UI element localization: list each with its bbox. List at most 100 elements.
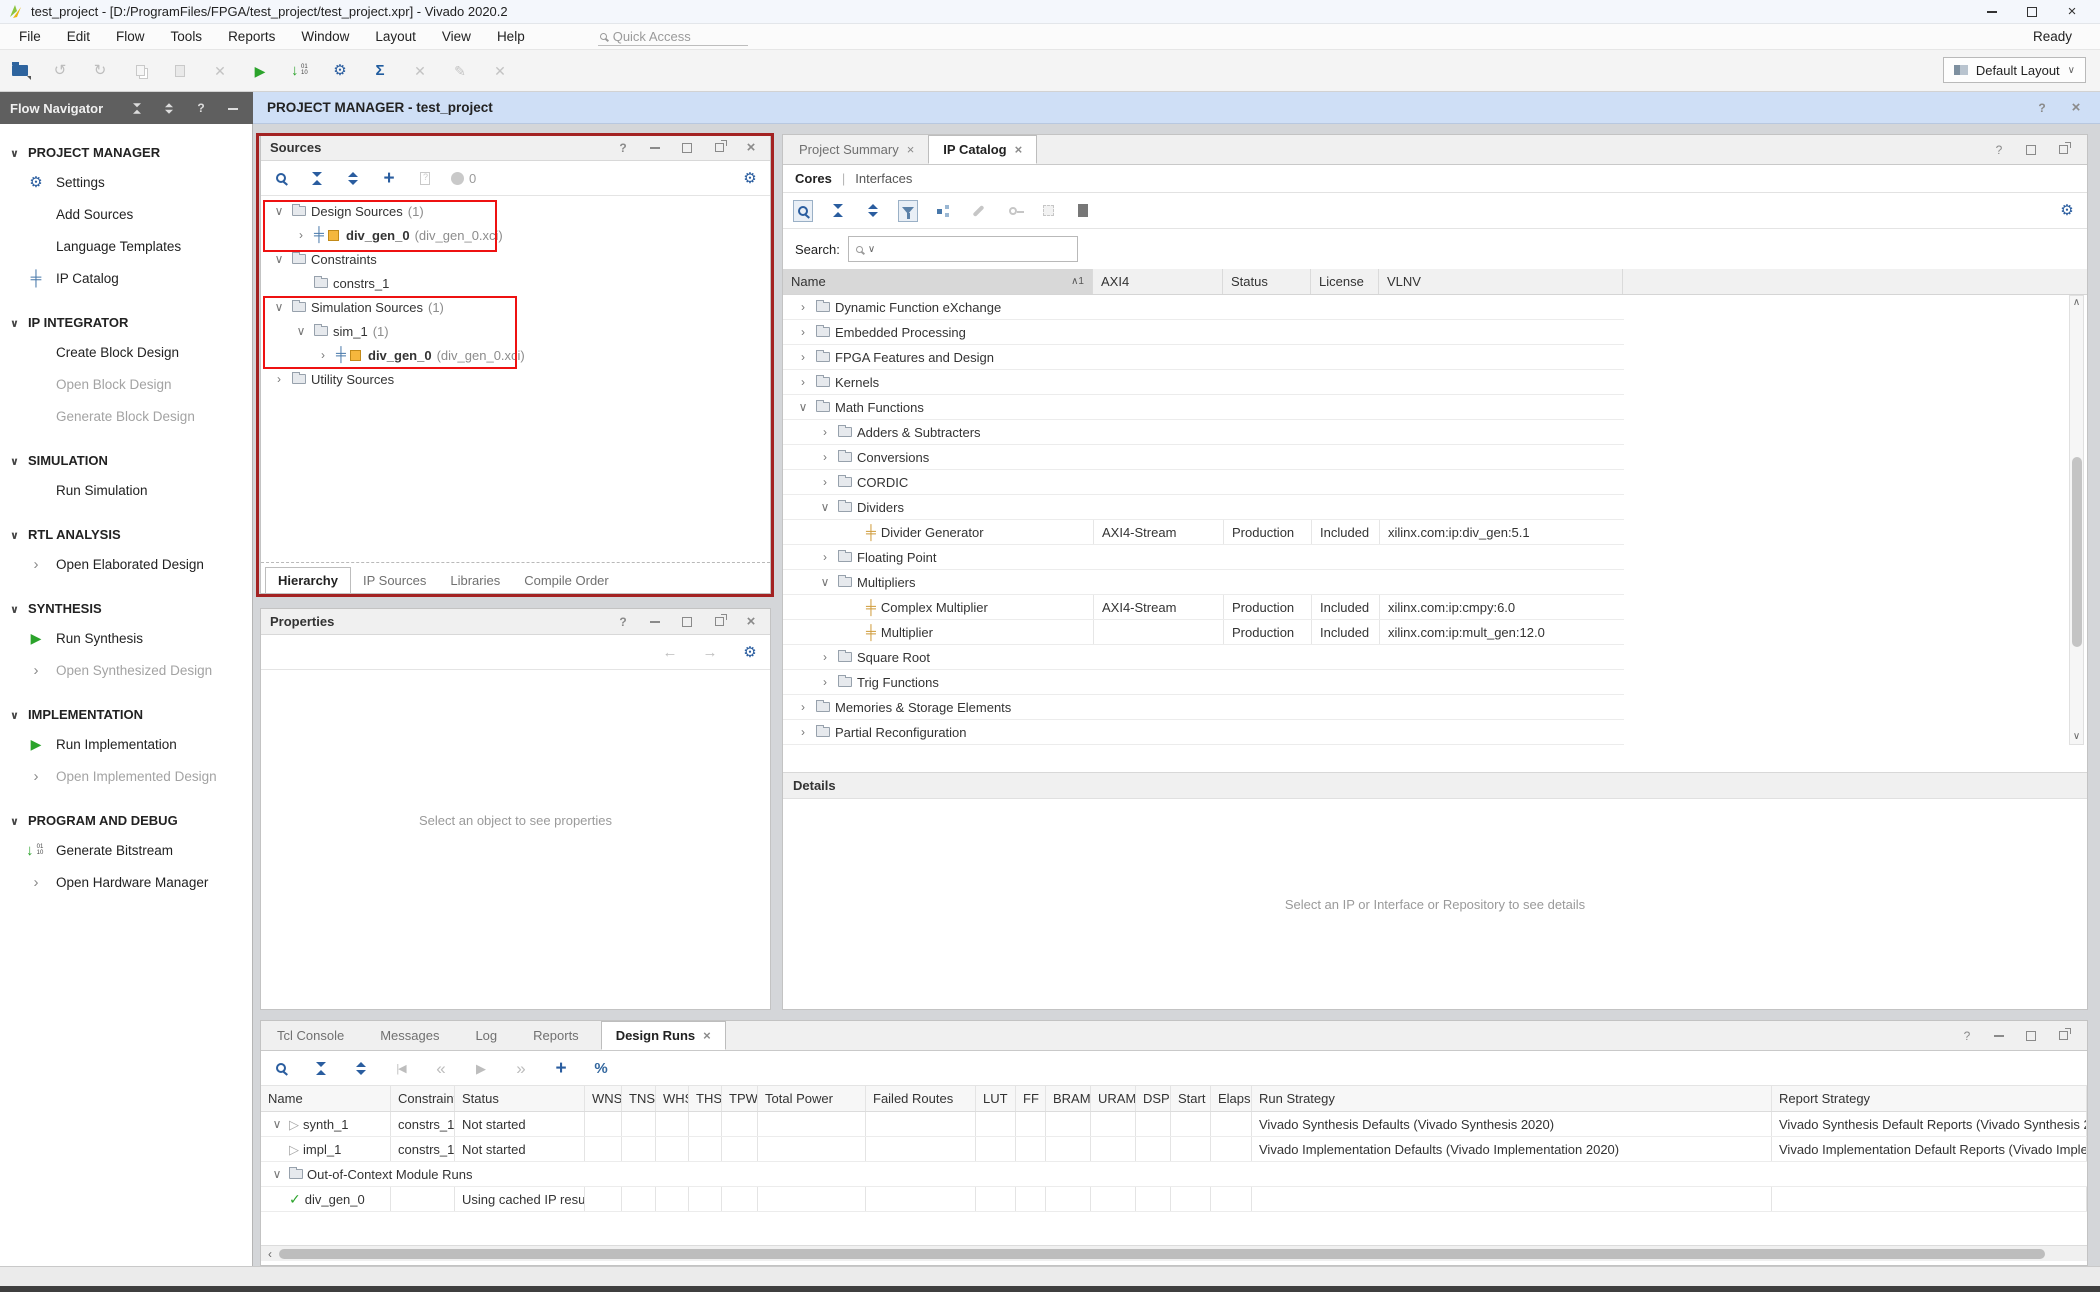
column-header[interactable]: Status: [455, 1086, 585, 1111]
ip-catalog-row[interactable]: › Partial Reconfiguration: [783, 720, 1624, 745]
panel-header-button[interactable]: [1957, 1025, 1977, 1047]
panel-header-button[interactable]: [741, 137, 761, 159]
design-run-row[interactable]: ∨ synth_1 constrs_1 Not started: [261, 1112, 2087, 1137]
expander-icon[interactable]: ›: [795, 300, 811, 314]
bottom-tab[interactable]: Messages: [366, 1021, 461, 1050]
flow-nav-item[interactable]: Language Templates: [0, 230, 252, 262]
ip-catalog-row[interactable]: Divider Generator AXI4-Stream Production…: [783, 520, 1624, 545]
expander-icon[interactable]: ∨: [269, 1167, 285, 1181]
ip-catalog-row[interactable]: ∨ Multipliers: [783, 570, 1624, 595]
ip-catalog-row[interactable]: Multiplier Production Included xilinx.co…: [783, 620, 1624, 645]
tab-interfaces[interactable]: Interfaces: [855, 171, 912, 186]
banner-button[interactable]: [2032, 97, 2052, 119]
panel-header-button[interactable]: [645, 611, 665, 633]
flow-nav-section-header[interactable]: RTL ANALYSIS: [0, 520, 252, 548]
layout-selector[interactable]: Default Layout ∨: [1943, 57, 2086, 83]
scroll-up-icon[interactable]: ∧: [2073, 296, 2080, 310]
expander-icon[interactable]: ∨: [269, 1117, 285, 1131]
expander-icon[interactable]: ›: [315, 348, 331, 362]
panel-header-button[interactable]: [677, 137, 697, 159]
expander-icon[interactable]: ›: [795, 325, 811, 339]
expander-icon[interactable]: ›: [271, 372, 287, 386]
toolbar-button[interactable]: [591, 1057, 611, 1079]
ip-catalog-row[interactable]: › Embedded Processing: [783, 320, 1624, 345]
column-header[interactable]: Report Strategy: [1772, 1086, 2087, 1111]
ip-catalog-row[interactable]: ∨ Dividers: [783, 495, 1624, 520]
flow-nav-section-header[interactable]: IP INTEGRATOR: [0, 308, 252, 336]
toolbar-button[interactable]: [1003, 200, 1023, 222]
toolbar-button[interactable]: [391, 1057, 411, 1079]
toolbar-button[interactable]: [170, 60, 190, 82]
panel-header-button[interactable]: [191, 97, 211, 119]
column-header-axi4[interactable]: AXI4: [1093, 269, 1223, 294]
toolbar-button[interactable]: [330, 60, 350, 82]
sources-tree-row[interactable]: › Utility Sources: [261, 367, 770, 391]
toolbar-button[interactable]: [271, 167, 291, 189]
column-header[interactable]: Name: [261, 1086, 391, 1111]
window-control-button[interactable]: [2052, 1, 2092, 23]
close-icon[interactable]: ×: [1015, 142, 1023, 157]
panel-header-button[interactable]: [1989, 139, 2009, 161]
sources-tree-row[interactable]: ∨ Design Sources (1): [261, 199, 770, 223]
flow-nav-item[interactable]: Run Simulation: [0, 474, 252, 506]
tab-cores[interactable]: Cores: [795, 171, 832, 186]
design-run-row[interactable]: ∨ Out-of-Context Module Runs: [261, 1162, 2087, 1187]
menu-item[interactable]: File: [6, 25, 54, 48]
panel-header-button[interactable]: [613, 611, 633, 633]
menu-item[interactable]: Reports: [215, 25, 288, 48]
expander-icon[interactable]: ∨: [293, 324, 309, 338]
column-header[interactable]: WNS: [585, 1086, 622, 1111]
panel-header-button[interactable]: [2021, 139, 2041, 161]
panel-header-button[interactable]: [127, 97, 147, 119]
menu-item[interactable]: Tools: [158, 25, 216, 48]
panel-header-button[interactable]: [741, 611, 761, 633]
toolbar-button[interactable]: [210, 60, 230, 82]
expander-icon[interactable]: ›: [817, 425, 833, 439]
column-header[interactable]: LUT: [976, 1086, 1016, 1111]
toolbar-button[interactable]: [511, 1057, 531, 1079]
panel-header-button[interactable]: [2053, 1025, 2073, 1047]
sources-tree-row[interactable]: ∨ Constraints: [261, 247, 770, 271]
toolbar-button[interactable]: [863, 200, 883, 222]
column-header[interactable]: TNS: [622, 1086, 656, 1111]
panel-header-button[interactable]: [709, 137, 729, 159]
column-header-name[interactable]: Name∧1: [783, 269, 1093, 294]
expander-icon[interactable]: ›: [795, 375, 811, 389]
sources-tree-row[interactable]: ∨ Simulation Sources (1): [261, 295, 770, 319]
panel-header-button[interactable]: [613, 137, 633, 159]
document-tab[interactable]: Project Summary ×: [785, 135, 928, 164]
toolbar-button[interactable]: [450, 60, 470, 82]
toolbar-button[interactable]: [90, 60, 110, 82]
flow-nav-item[interactable]: Open Synthesized Design: [0, 654, 252, 686]
horizontal-scrollbar[interactable]: ‹: [261, 1245, 2087, 1261]
window-control-button[interactable]: [2012, 1, 2052, 23]
menu-item[interactable]: Flow: [103, 25, 158, 48]
flow-nav-item[interactable]: Open Implemented Design: [0, 760, 252, 792]
toolbar-button[interactable]: [551, 1057, 571, 1079]
ip-catalog-row[interactable]: › Dynamic Function eXchange: [783, 295, 1624, 320]
scroll-down-icon[interactable]: ∨: [2073, 730, 2080, 744]
toolbar-button[interactable]: [415, 167, 435, 189]
ip-catalog-row[interactable]: › Square Root: [783, 645, 1624, 670]
panel-header-button[interactable]: [223, 97, 243, 119]
close-icon[interactable]: ×: [907, 142, 915, 157]
menu-item[interactable]: Edit: [54, 25, 103, 48]
sources-tree-row[interactable]: › div_gen_0 (div_gen_0.xci): [261, 343, 770, 367]
flow-nav-item[interactable]: Settings: [0, 166, 252, 198]
toolbar-button[interactable]: [379, 167, 399, 189]
ip-catalog-row[interactable]: › FPGA Features and Design: [783, 345, 1624, 370]
banner-button[interactable]: [2066, 97, 2086, 119]
expander-icon[interactable]: ∨: [795, 400, 811, 414]
ip-catalog-row[interactable]: ∨ Math Functions: [783, 395, 1624, 420]
toolbar-button[interactable]: [700, 641, 720, 663]
panel-header-button[interactable]: [1989, 1025, 2009, 1047]
toolbar-button[interactable]: [311, 1057, 331, 1079]
flow-nav-item[interactable]: Add Sources: [0, 198, 252, 230]
bottom-tab[interactable]: Design Runs ×: [601, 1021, 726, 1050]
toolbar-button[interactable]: [410, 60, 430, 82]
ip-catalog-row[interactable]: › Adders & Subtracters: [783, 420, 1624, 445]
column-header[interactable]: THS: [689, 1086, 722, 1111]
toolbar-button[interactable]: [898, 200, 918, 222]
vertical-scrollbar[interactable]: ∧ ∨: [2069, 295, 2084, 745]
toolbar-button[interactable]: [490, 60, 510, 82]
